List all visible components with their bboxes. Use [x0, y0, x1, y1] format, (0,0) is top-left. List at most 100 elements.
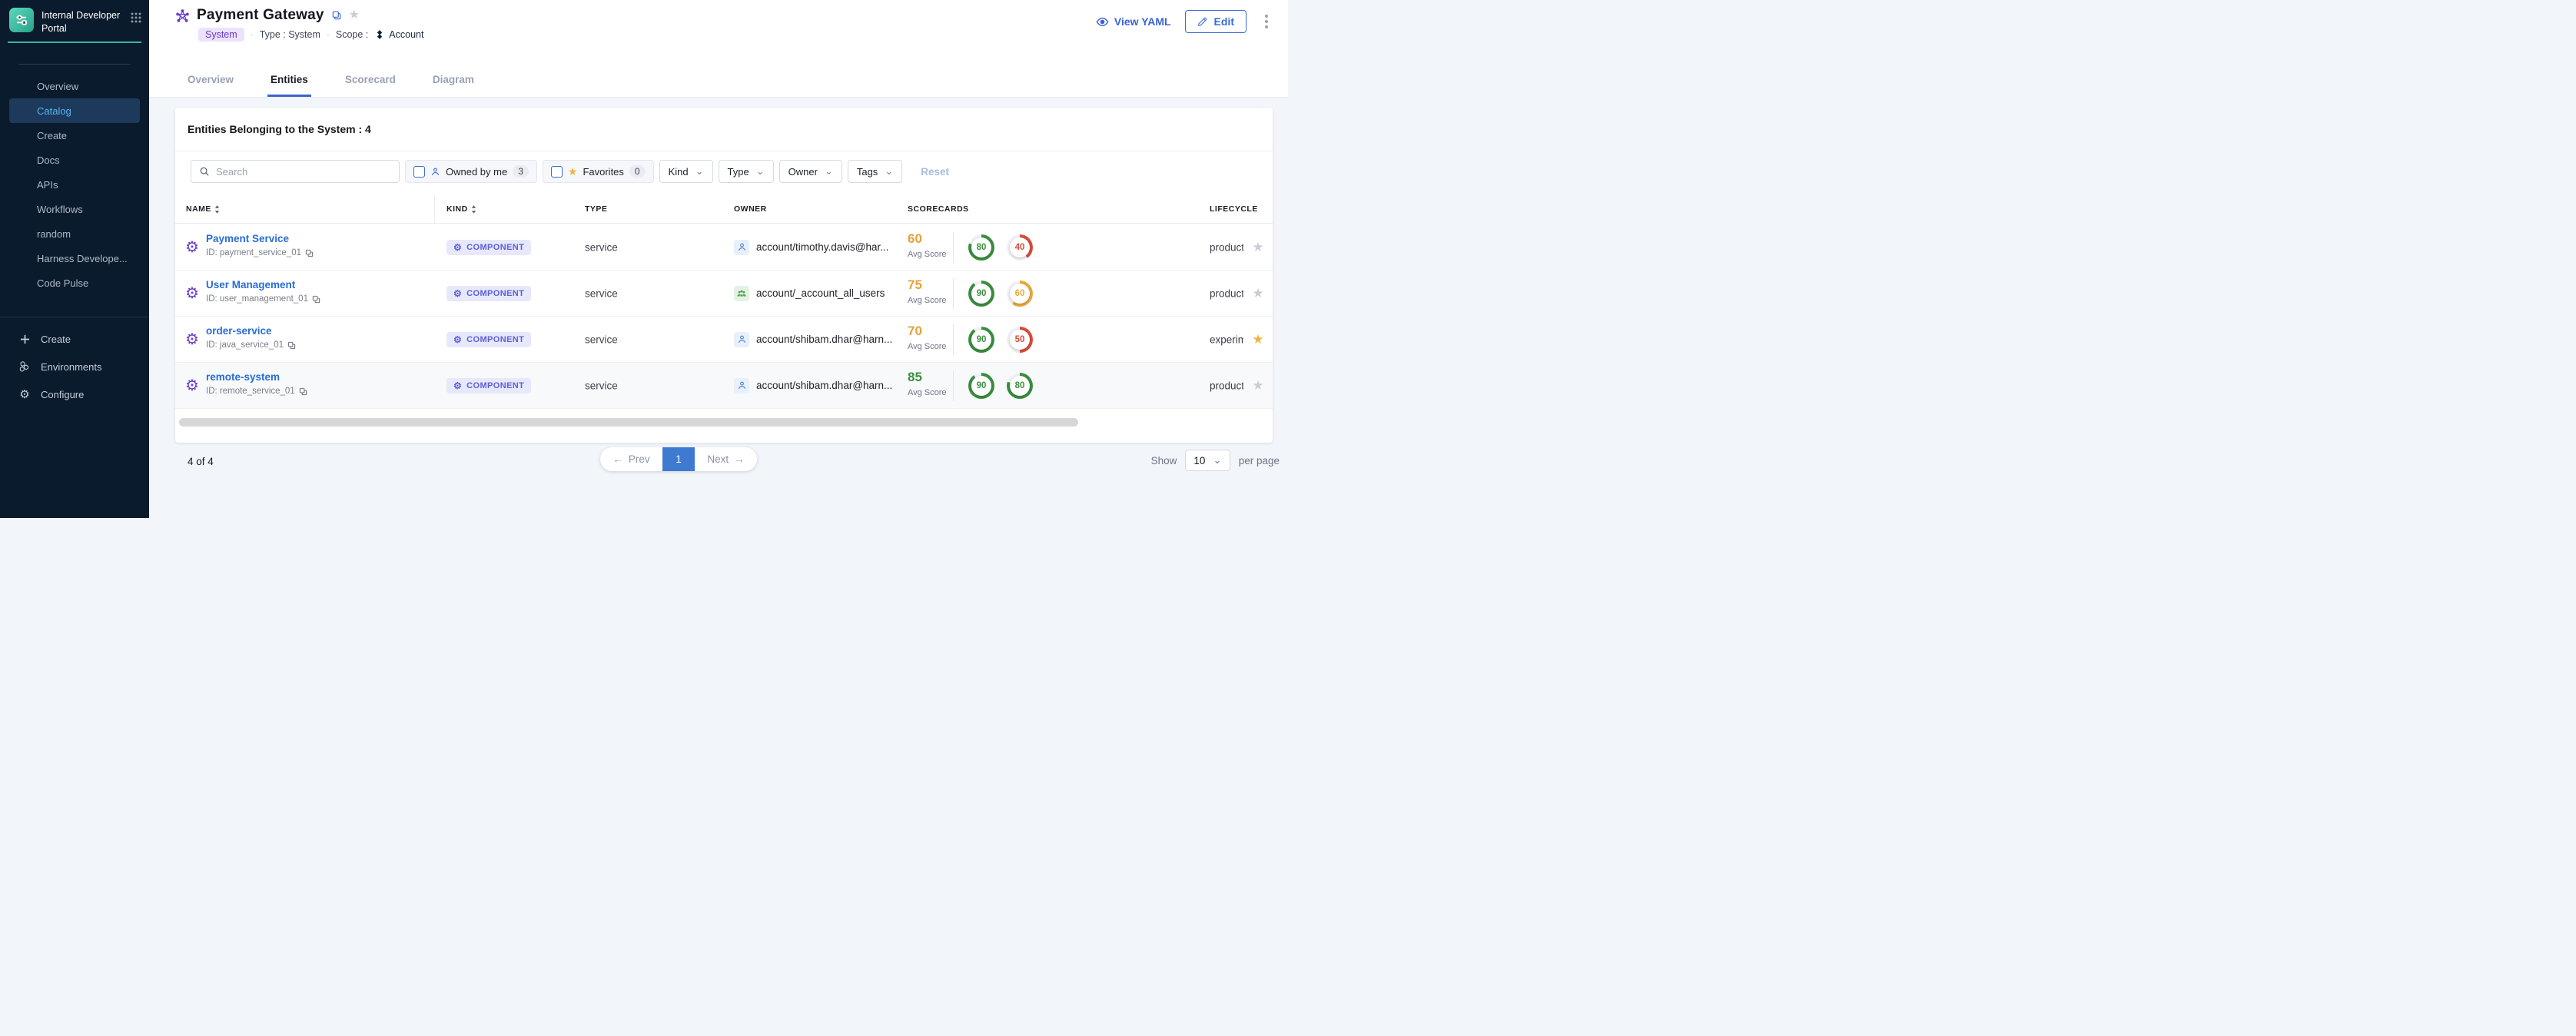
type-dropdown[interactable]: Type ⌄: [719, 160, 774, 183]
next-page-button[interactable]: Next →: [695, 447, 757, 471]
favorite-star-cell[interactable]: ★: [1243, 271, 1273, 316]
owner-cell: account/shibam.dhar@harn...: [734, 332, 892, 347]
favorites-filter[interactable]: ★ Favorites 0: [543, 160, 654, 183]
view-yaml-button[interactable]: View YAML: [1096, 15, 1171, 28]
tab-diagram[interactable]: Diagram: [430, 74, 477, 97]
search-input-wrapper: [191, 160, 400, 183]
entities-heading: Entities Belonging to the System : 4: [188, 123, 371, 135]
component-badge: ⚙ COMPONENT: [446, 286, 531, 301]
table-row[interactable]: ⚙ User Management ID: user_management_01…: [175, 271, 1273, 317]
table-row[interactable]: ⚙ order-service ID: java_service_01 ⚙ CO…: [175, 317, 1273, 363]
component-gear-icon: ⚙: [185, 286, 199, 301]
copy-id-icon[interactable]: [305, 249, 314, 257]
chevron-down-icon: ⌄: [825, 165, 833, 178]
column-header-owner: OWNER: [734, 204, 767, 214]
type-cell: service: [585, 241, 618, 253]
sidebar-item-workflows[interactable]: Workflows: [0, 197, 149, 221]
sidebar-item-create[interactable]: Create: [0, 123, 149, 148]
tab-overview[interactable]: Overview: [184, 74, 237, 97]
sidebar-item-apis[interactable]: APIs: [0, 172, 149, 197]
owner-avatar-icon: [734, 378, 749, 393]
favorite-star-icon[interactable]: ★: [1252, 241, 1263, 254]
entity-name-link[interactable]: Payment Service: [206, 233, 289, 244]
prev-page-button[interactable]: ← Prev: [600, 447, 662, 471]
scorecard-ring: 90: [968, 281, 994, 307]
scorecard-ring: 90: [968, 373, 994, 399]
owner-cell: account/_account_all_users: [734, 286, 885, 301]
sidebar-bottom-configure[interactable]: ⚙ Configure: [0, 380, 149, 408]
more-options-kebab-icon[interactable]: [1260, 12, 1273, 32]
favorite-star-cell[interactable]: ★: [1243, 317, 1273, 362]
horizontal-scrollbar[interactable]: [179, 418, 1078, 427]
copy-id-icon[interactable]: [299, 387, 307, 396]
sidebar-item-overview[interactable]: Overview: [0, 74, 149, 98]
owned-by-me-checkbox[interactable]: [413, 166, 425, 178]
owner-cell: account/shibam.dhar@harn...: [734, 378, 892, 393]
chevron-down-icon: ⌄: [885, 165, 893, 178]
sort-icon: [214, 205, 220, 214]
kind-dropdown[interactable]: Kind ⌄: [659, 160, 713, 183]
user-icon: [430, 167, 440, 177]
favorite-star-cell[interactable]: ★: [1243, 224, 1273, 270]
sidebar-divider: [18, 64, 131, 65]
favorite-star-icon[interactable]: ★: [1252, 287, 1263, 300]
entity-name-link[interactable]: order-service: [206, 325, 272, 337]
tags-dropdown[interactable]: Tags ⌄: [848, 160, 902, 183]
kind-cell: ⚙ COMPONENT: [446, 332, 531, 347]
table-row[interactable]: ⚙ Payment Service ID: payment_service_01…: [175, 224, 1273, 271]
column-header-scorecards: SCORECARDS: [908, 204, 969, 214]
per-page-select[interactable]: 10 ⌄: [1185, 450, 1230, 471]
tab-entities[interactable]: Entities: [267, 74, 311, 97]
component-badge: ⚙ COMPONENT: [446, 240, 531, 255]
owner-dropdown[interactable]: Owner ⌄: [779, 160, 842, 183]
sidebar-item-harness-developer[interactable]: Harness Develope...: [0, 246, 149, 271]
favorites-checkbox[interactable]: [551, 166, 563, 178]
search-input[interactable]: [216, 166, 391, 178]
edit-button[interactable]: Edit: [1185, 10, 1247, 33]
tab-scorecard[interactable]: Scorecard: [342, 74, 399, 97]
sidebar-bottom-create[interactable]: Create: [0, 325, 149, 353]
favorite-title-star-icon[interactable]: ★: [349, 9, 360, 22]
harness-idp-logo: [9, 8, 34, 32]
eye-icon: [1096, 15, 1109, 28]
kind-cell: ⚙ COMPONENT: [446, 240, 531, 255]
avg-score-value: 70: [908, 324, 922, 339]
sidebar-item-code-pulse[interactable]: Code Pulse: [0, 271, 149, 295]
table-row[interactable]: ⚙ remote-system ID: remote_service_01 ⚙ …: [175, 363, 1273, 409]
page-1-button[interactable]: 1: [662, 447, 695, 471]
favorite-star-cell[interactable]: ★: [1243, 363, 1273, 408]
copy-id-icon[interactable]: [312, 295, 320, 304]
hexagons-icon: [18, 360, 31, 373]
entity-type-label: Type : System: [260, 29, 320, 40]
entity-name-link[interactable]: remote-system: [206, 371, 280, 383]
copy-id-icon[interactable]: [287, 341, 296, 350]
owned-by-me-filter[interactable]: Owned by me 3: [405, 160, 537, 183]
reset-filters-button[interactable]: Reset: [921, 166, 949, 178]
column-header-kind[interactable]: KIND: [446, 204, 476, 214]
type-cell: service: [585, 287, 618, 299]
entity-meta-row: System · Type : System · Scope : Account: [198, 28, 423, 42]
favorite-star-icon[interactable]: ★: [1252, 379, 1263, 392]
lifecycle-cell: production: [1210, 287, 1243, 299]
column-header-name[interactable]: NAME: [186, 204, 220, 214]
sidebar-item-docs[interactable]: Docs: [0, 148, 149, 172]
component-gear-icon: ⚙: [185, 332, 199, 347]
entity-scope-label: Scope :: [336, 29, 368, 40]
sidebar-bottom-environments[interactable]: Environments: [0, 353, 149, 380]
scorecard-ring: 50: [1007, 327, 1033, 353]
type-cell: service: [585, 380, 618, 391]
copy-title-icon[interactable]: [331, 10, 342, 21]
entity-tabs: Overview Entities Scorecard Diagram: [184, 74, 477, 97]
brand-title: Internal Developer Portal: [41, 8, 123, 35]
app-grid-icon[interactable]: [131, 12, 141, 23]
sidebar-accent-divider: [8, 42, 141, 43]
sidebar-nav: Overview Catalog Create Docs APIs Workfl…: [0, 74, 149, 295]
sidebar-item-random[interactable]: random: [0, 221, 149, 246]
entity-id: ID: user_management_01: [206, 294, 320, 304]
sidebar-item-catalog[interactable]: Catalog: [9, 98, 140, 123]
avg-score-value: 60: [908, 231, 922, 247]
favorite-star-icon[interactable]: ★: [1252, 333, 1263, 346]
gear-icon: ⚙: [453, 381, 462, 390]
entity-name-link[interactable]: User Management: [206, 279, 295, 291]
column-header-lifecycle: LIFECYCLE: [1210, 204, 1258, 214]
